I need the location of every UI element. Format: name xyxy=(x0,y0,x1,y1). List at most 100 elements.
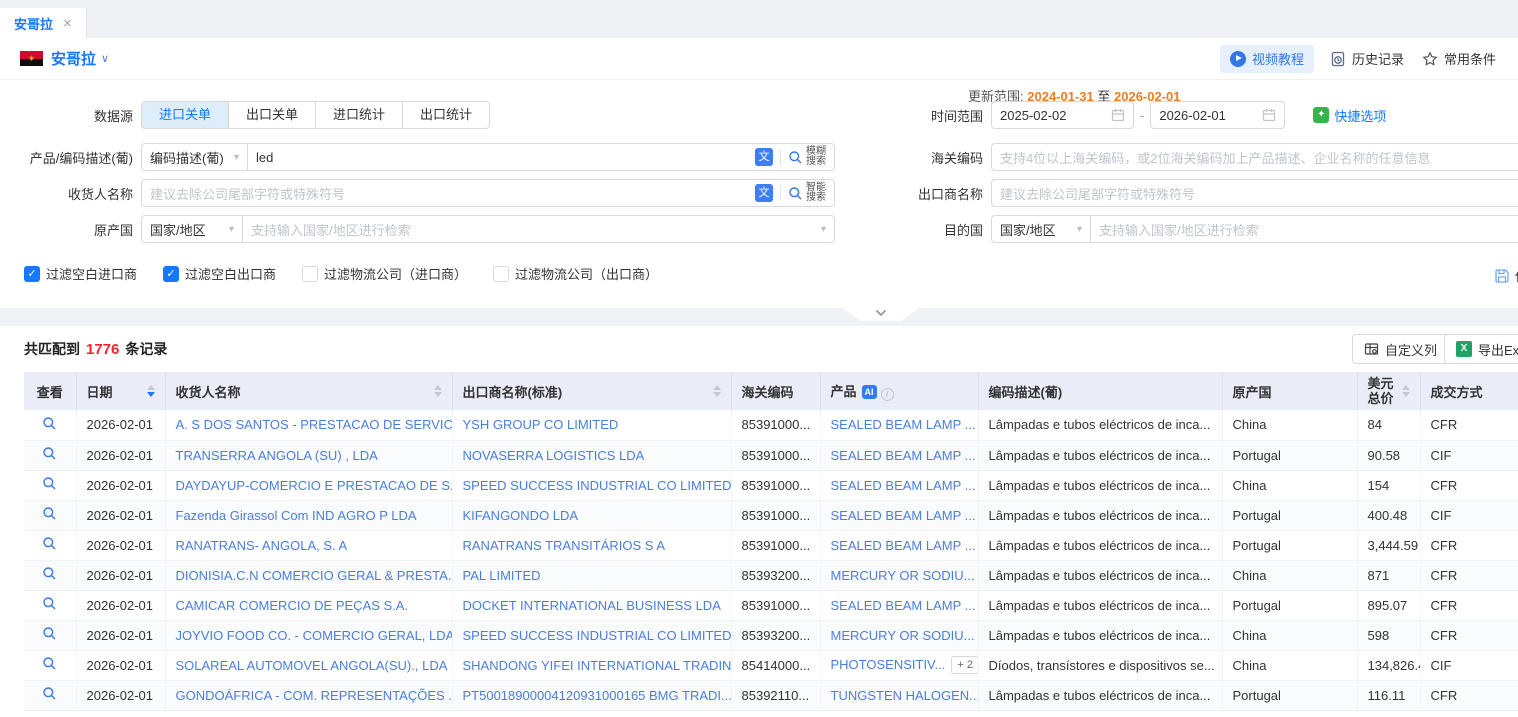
product-link[interactable]: SEALED BEAM LAMP ... xyxy=(831,448,976,463)
product-search-input[interactable]: led 文 模糊搜索 xyxy=(247,143,835,171)
consignee-link[interactable]: DAYDAYUP-COMERCIO E PRESTACAO DE S... xyxy=(176,478,453,493)
favorites-button[interactable]: 常用条件 xyxy=(1420,45,1498,73)
product-link[interactable]: SEALED BEAM LAMP ... xyxy=(831,417,976,432)
cell-usd-value: 895.07 xyxy=(1357,590,1420,620)
tab-export-statistics[interactable]: 出口统计 xyxy=(402,101,490,129)
header-usd-value[interactable]: 美元总价 xyxy=(1357,372,1420,410)
translate-icon[interactable]: 文 xyxy=(755,148,773,166)
consignee-link[interactable]: JOYVIO FOOD CO. - COMERCIO GERAL, LDA xyxy=(176,628,453,643)
view-record-icon[interactable] xyxy=(42,686,57,701)
consignee-link[interactable]: Fazenda Girassol Com IND AGRO P LDA xyxy=(176,508,417,523)
quick-options-button[interactable]: ✦ 快捷选项 xyxy=(1313,106,1386,125)
export-excel-button[interactable]: X 导出Exc xyxy=(1444,334,1518,364)
exporter-link[interactable]: PT50018900004120931000165 BMG TRADI... xyxy=(463,688,732,703)
table-header-row: 查看 日期 收货人名称 出口商名称(标准) 海关编码 产品AIi 编码描述(葡)… xyxy=(24,372,1518,410)
consignee-link[interactable]: RANATRANS- ANGOLA, S. A xyxy=(176,538,348,553)
divider xyxy=(780,149,781,165)
origin-country-input[interactable]: 支持输入国家/地区进行检索 ▾ xyxy=(242,215,835,243)
chevron-down-icon: ▾ xyxy=(234,152,239,163)
checkbox-filter-logistics-importer[interactable]: 过滤物流公司（进口商） xyxy=(302,264,467,283)
consignee-input[interactable]: 建议去除公司尾部字符或特殊符号 文 智能搜索 xyxy=(141,179,835,207)
view-record-icon[interactable] xyxy=(42,476,57,491)
tab-export-declarations[interactable]: 出口关单 xyxy=(228,101,316,129)
view-record-icon[interactable] xyxy=(42,446,57,461)
quick-options-icon: ✦ xyxy=(1313,107,1329,123)
checkbox-checked-icon[interactable] xyxy=(163,266,179,282)
date-from-input[interactable]: 2025-02-02 xyxy=(991,101,1134,129)
date-separator: - xyxy=(1140,108,1144,123)
product-link[interactable]: SEALED BEAM LAMP ... xyxy=(831,478,976,493)
product-link[interactable]: MERCURY OR SODIU... xyxy=(831,568,975,583)
consignee-link[interactable]: A. S DOS SANTOS - PRESTACAO DE SERVIC... xyxy=(176,417,453,432)
fuzzy-search-button[interactable]: 模糊搜索 xyxy=(788,147,826,167)
tab-import-declarations[interactable]: 进口关单 xyxy=(141,101,229,129)
more-products-badge[interactable]: + 2 xyxy=(951,656,978,674)
info-icon[interactable]: i xyxy=(881,388,894,401)
origin-country-select[interactable]: 国家/地区 ▾ xyxy=(141,215,243,243)
chevron-down-icon[interactable]: ∨ xyxy=(101,52,109,65)
view-record-icon[interactable] xyxy=(42,506,57,521)
result-bar: 共匹配到 1776 条记录 自定义列 X 导出Exc xyxy=(0,326,1518,372)
product-link[interactable]: SEALED BEAM LAMP ... xyxy=(831,598,976,613)
hs-code-input[interactable]: 支持4位以上海关编码，或2位海关编码加上产品描述、企业名称的任意信息 xyxy=(991,143,1518,171)
date-to-input[interactable]: 2026-02-01 xyxy=(1150,101,1285,129)
destination-country-select[interactable]: 国家/地区 ▾ xyxy=(991,215,1091,243)
exporter-link[interactable]: SPEED SUCCESS INDUSTRIAL CO LIMITED xyxy=(463,628,732,643)
customize-columns-button[interactable]: 自定义列 xyxy=(1352,334,1449,364)
view-record-icon[interactable] xyxy=(42,416,57,431)
video-tutorial-button[interactable]: 视频教程 xyxy=(1220,45,1314,73)
close-icon[interactable]: × xyxy=(63,16,72,31)
product-field-select[interactable]: 编码描述(葡) ▾ xyxy=(141,143,248,171)
table-row: 2026-02-01 GONDOÁFRICA - COM. REPRESENTA… xyxy=(24,680,1518,710)
checkbox-filter-logistics-exporter[interactable]: 过滤物流公司（出口商） xyxy=(493,264,658,283)
checkbox-checked-icon[interactable] xyxy=(24,266,40,282)
history-button[interactable]: 历史记录 xyxy=(1328,45,1406,73)
checkbox-filter-blank-exporter[interactable]: 过滤空白出口商 xyxy=(163,264,276,283)
result-count-prefix: 共匹配到 xyxy=(24,339,80,359)
country-selector[interactable]: 安哥拉 xyxy=(51,48,96,69)
cell-hs-code: 85391000... xyxy=(731,410,820,440)
exporter-link[interactable]: YSH GROUP CO LIMITED xyxy=(463,417,619,432)
tab-angola[interactable]: 安哥拉 × xyxy=(0,8,87,38)
cell-date: 2026-02-01 xyxy=(76,620,165,650)
destination-country-input[interactable]: 支持输入国家/地区进行检索 xyxy=(1090,215,1518,243)
product-link[interactable]: SEALED BEAM LAMP ... xyxy=(831,538,976,553)
product-link[interactable]: MERCURY OR SODIU... xyxy=(831,628,975,643)
checkbox-filter-blank-importer[interactable]: 过滤空白进口商 xyxy=(24,264,137,283)
header-date[interactable]: 日期 xyxy=(76,372,165,410)
checkbox-unchecked-icon[interactable] xyxy=(493,266,509,282)
exporter-link[interactable]: RANATRANS TRANSITÁRIOS S A xyxy=(463,538,666,553)
product-link[interactable]: SEALED BEAM LAMP ... xyxy=(831,508,976,523)
view-record-icon[interactable] xyxy=(42,536,57,551)
cell-incoterm: CFR xyxy=(1420,560,1518,590)
header-exporter[interactable]: 出口商名称(标准) xyxy=(452,372,731,410)
save-conditions-button[interactable]: 保存条件 xyxy=(1494,266,1518,285)
consignee-link[interactable]: CAMICAR COMERCIO DE PEÇAS S.A. xyxy=(176,598,409,613)
view-record-icon[interactable] xyxy=(42,566,57,581)
smart-search-button[interactable]: 智能搜索 xyxy=(788,183,826,203)
exporter-link[interactable]: SPEED SUCCESS INDUSTRIAL CO LIMITED xyxy=(463,478,732,493)
exporter-input[interactable]: 建议去除公司尾部字符或特殊符号 xyxy=(991,179,1518,207)
view-record-icon[interactable] xyxy=(42,656,57,671)
consignee-link[interactable]: DIONISIA.C.N COMERCIO GERAL & PRESTA... xyxy=(176,568,453,583)
tab-import-statistics[interactable]: 进口统计 xyxy=(315,101,403,129)
exporter-link[interactable]: PAL LIMITED xyxy=(463,568,541,583)
header-consignee[interactable]: 收货人名称 xyxy=(165,372,452,410)
view-record-icon[interactable] xyxy=(42,596,57,611)
checkbox-unchecked-icon[interactable] xyxy=(302,266,318,282)
exporter-link[interactable]: SHANDONG YIFEI INTERNATIONAL TRADIN... xyxy=(463,658,732,673)
exporter-link[interactable]: KIFANGONDO LDA xyxy=(463,508,579,523)
consignee-link[interactable]: SOLAREAL AUTOMOVEL ANGOLA(SU)., LDA xyxy=(176,658,448,673)
exporter-link[interactable]: DOCKET INTERNATIONAL BUSINESS LDA xyxy=(463,598,721,613)
consignee-link[interactable]: TRANSERRA ANGOLA (SU) , LDA xyxy=(176,448,378,463)
product-link[interactable]: PHOTOSENSITIV... xyxy=(831,657,946,672)
translate-icon[interactable]: 文 xyxy=(755,184,773,202)
cell-usd-value: 400.48 xyxy=(1357,500,1420,530)
exporter-link[interactable]: NOVASERRA LOGISTICS LDA xyxy=(463,448,645,463)
collapse-filters-button[interactable] xyxy=(843,308,919,321)
view-record-icon[interactable] xyxy=(42,626,57,641)
consignee-link[interactable]: GONDOÁFRICA - COM. REPRESENTAÇÕES ... xyxy=(176,688,453,703)
product-link[interactable]: TUNGSTEN HALOGEN... xyxy=(831,688,979,703)
cell-date: 2026-02-01 xyxy=(76,650,165,680)
export-excel-label: 导出Exc xyxy=(1478,340,1518,359)
